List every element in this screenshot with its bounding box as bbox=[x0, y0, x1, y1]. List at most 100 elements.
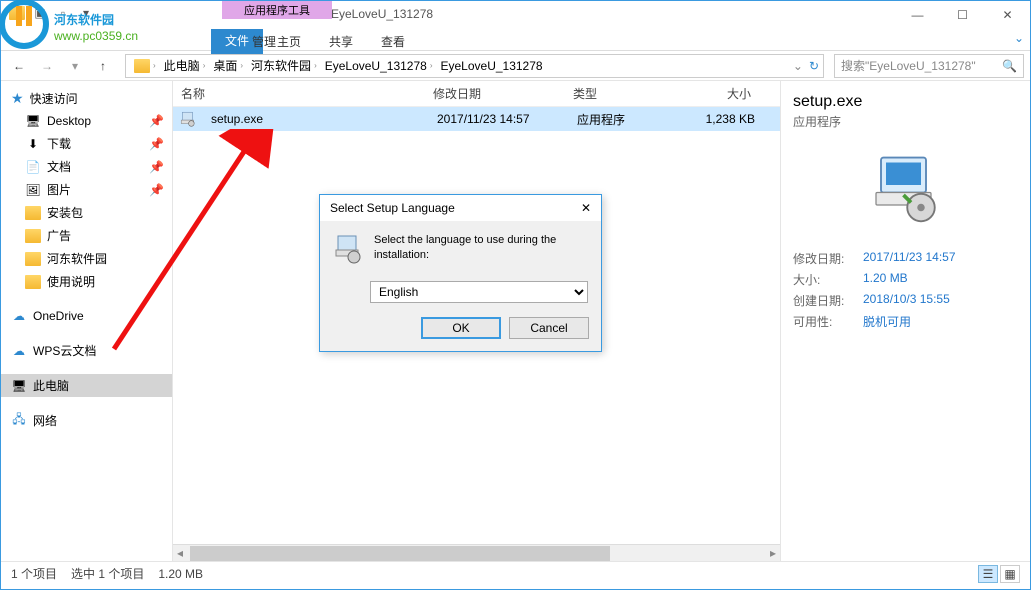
language-dialog: Select Setup Language ✕ Select the langu… bbox=[319, 194, 602, 352]
quick-access-toolbar: ▣ ▫ ▾ bbox=[1, 1, 102, 25]
breadcrumb-root-icon[interactable]: › bbox=[130, 59, 160, 73]
ok-button[interactable]: OK bbox=[421, 317, 501, 339]
folder-icon bbox=[7, 3, 27, 23]
installer-icon bbox=[179, 110, 197, 128]
titlebar: ▣ ▫ ▾ 应用程序工具 EyeLoveU_131278 文件 主页 共享 查看… bbox=[1, 1, 1030, 51]
folder-icon bbox=[25, 205, 41, 221]
sidebar-item[interactable]: 🖼图片📌 bbox=[1, 178, 172, 201]
details-pane: setup.exe 应用程序 修改日期:2017/11/23 14:57 大小:… bbox=[780, 81, 1030, 561]
status-bar: 1 个项目 选中 1 个项目 1.20 MB ☰ ▦ bbox=[1, 561, 1030, 585]
pin-icon: 📌 bbox=[149, 183, 164, 197]
cancel-button[interactable]: Cancel bbox=[509, 317, 589, 339]
dialog-titlebar[interactable]: Select Setup Language ✕ bbox=[320, 195, 601, 221]
dialog-text: Select the language to use during the in… bbox=[374, 233, 589, 265]
refresh-icon[interactable]: ↻ bbox=[809, 59, 819, 73]
column-name[interactable]: 名称 bbox=[173, 85, 433, 102]
details-row: 创建日期:2018/10/3 15:55 bbox=[793, 292, 1018, 309]
properties-icon[interactable]: ▣ bbox=[30, 3, 50, 23]
sidebar-wps[interactable]: ☁WPS云文档 bbox=[1, 339, 172, 362]
breadcrumb-item: EyeLoveU_131278 bbox=[437, 59, 547, 73]
installer-large-icon bbox=[866, 150, 946, 230]
pin-icon: 📌 bbox=[149, 137, 164, 151]
column-date[interactable]: 修改日期 bbox=[433, 85, 573, 102]
dialog-close-icon[interactable]: ✕ bbox=[581, 201, 591, 215]
status-selected-count: 选中 1 个项目 bbox=[71, 565, 144, 582]
folder-icon bbox=[25, 228, 41, 244]
breadcrumb-item: EyeLoveU_131278 › bbox=[321, 59, 437, 73]
document-icon: 📄 bbox=[25, 159, 41, 175]
tab-view[interactable]: 查看 bbox=[367, 29, 419, 54]
file-name: setup.exe bbox=[203, 112, 437, 126]
sidebar-item[interactable]: 广告 bbox=[1, 224, 172, 247]
sidebar-item[interactable]: ⬇下载📌 bbox=[1, 132, 172, 155]
column-type[interactable]: 类型 bbox=[573, 85, 673, 102]
pin-icon: 📌 bbox=[149, 114, 164, 128]
tab-manage[interactable]: 管理 bbox=[238, 29, 290, 54]
file-date: 2017/11/23 14:57 bbox=[437, 112, 577, 126]
sidebar-this-pc[interactable]: 🖥此电脑 bbox=[1, 374, 172, 397]
sidebar-item[interactable]: 使用说明 bbox=[1, 270, 172, 293]
sidebar-item[interactable]: 安装包 bbox=[1, 201, 172, 224]
breadcrumb-item: 此电脑 › bbox=[160, 57, 210, 74]
pin-icon: 📌 bbox=[149, 160, 164, 174]
tab-share[interactable]: 共享 bbox=[315, 29, 367, 54]
sidebar-item[interactable]: 河东软件园 bbox=[1, 247, 172, 270]
column-size[interactable]: 大小 bbox=[673, 85, 761, 102]
computer-icon: 🖥 bbox=[11, 378, 27, 394]
view-mode-buttons: ☰ ▦ bbox=[978, 565, 1020, 583]
forward-button[interactable]: → bbox=[35, 54, 59, 78]
details-title: setup.exe bbox=[793, 93, 1018, 111]
details-type: 应用程序 bbox=[793, 113, 1018, 130]
horizontal-scrollbar[interactable]: ◂ ▸ bbox=[173, 544, 780, 561]
file-size: 1,238 KB bbox=[677, 112, 765, 126]
folder-icon bbox=[25, 251, 41, 267]
ribbon-expand-icon[interactable]: ⌄ bbox=[1014, 31, 1024, 45]
sidebar-network[interactable]: 🖧网络 bbox=[1, 409, 172, 432]
picture-icon: 🖼 bbox=[25, 182, 41, 198]
installer-icon bbox=[332, 233, 364, 265]
sidebar-onedrive[interactable]: ☁OneDrive bbox=[1, 305, 172, 327]
window-controls: — ☐ ✕ bbox=[895, 1, 1030, 29]
new-folder-icon[interactable]: ▫ bbox=[53, 3, 73, 23]
scroll-right-icon[interactable]: ▸ bbox=[770, 546, 776, 560]
star-icon: ★ bbox=[11, 90, 24, 107]
desktop-icon: 🖥 bbox=[25, 113, 41, 129]
maximize-button[interactable]: ☐ bbox=[940, 1, 985, 29]
navigation-bar: ← → ▾ ↑ › 此电脑 › 桌面 › 河东软件园 › EyeLoveU_13… bbox=[1, 51, 1030, 81]
history-dropdown[interactable]: ▾ bbox=[63, 54, 87, 78]
file-type: 应用程序 bbox=[577, 111, 677, 128]
navigation-pane: ★快速访问 🖥Desktop📌 ⬇下载📌 📄文档📌 🖼图片📌 安装包 广告 河东… bbox=[1, 81, 173, 561]
column-headers[interactable]: 名称 修改日期 类型 大小 bbox=[173, 81, 780, 107]
details-row: 可用性:脱机可用 bbox=[793, 313, 1018, 330]
status-size: 1.20 MB bbox=[158, 567, 203, 581]
cloud-icon: ☁ bbox=[11, 343, 27, 359]
language-select[interactable]: English bbox=[370, 281, 588, 303]
scroll-thumb[interactable] bbox=[190, 546, 610, 561]
back-button[interactable]: ← bbox=[7, 54, 31, 78]
breadcrumb-item: 河东软件园 › bbox=[247, 57, 321, 74]
breadcrumb[interactable]: › 此电脑 › 桌面 › 河东软件园 › EyeLoveU_131278 › E… bbox=[125, 54, 824, 78]
status-item-count: 1 个项目 bbox=[11, 565, 57, 582]
minimize-button[interactable]: — bbox=[895, 1, 940, 29]
details-row: 修改日期:2017/11/23 14:57 bbox=[793, 250, 1018, 267]
sidebar-item[interactable]: 🖥Desktop📌 bbox=[1, 110, 172, 132]
download-icon: ⬇ bbox=[25, 136, 41, 152]
qat-dropdown-icon[interactable]: ▾ bbox=[76, 3, 96, 23]
breadcrumb-dropdown-icon[interactable]: ⌄ bbox=[793, 59, 803, 73]
network-icon: 🖧 bbox=[11, 413, 27, 429]
ribbon-context-label: 应用程序工具 bbox=[222, 1, 332, 19]
up-button[interactable]: ↑ bbox=[91, 54, 115, 78]
details-row: 大小:1.20 MB bbox=[793, 271, 1018, 288]
window-title: EyeLoveU_131278 bbox=[331, 7, 433, 21]
breadcrumb-item: 桌面 › bbox=[209, 57, 247, 74]
search-input[interactable]: 搜索"EyeLoveU_131278" 🔍 bbox=[834, 54, 1024, 78]
sidebar-quick-access[interactable]: ★快速访问 bbox=[1, 87, 172, 110]
thumbnails-view-button[interactable]: ▦ bbox=[1000, 565, 1020, 583]
details-view-button[interactable]: ☰ bbox=[978, 565, 998, 583]
scroll-left-icon[interactable]: ◂ bbox=[177, 546, 183, 560]
close-button[interactable]: ✕ bbox=[985, 1, 1030, 29]
file-row[interactable]: setup.exe 2017/11/23 14:57 应用程序 1,238 KB bbox=[173, 107, 780, 131]
search-icon: 🔍 bbox=[1002, 59, 1017, 73]
sidebar-item[interactable]: 📄文档📌 bbox=[1, 155, 172, 178]
cloud-icon: ☁ bbox=[11, 308, 27, 324]
